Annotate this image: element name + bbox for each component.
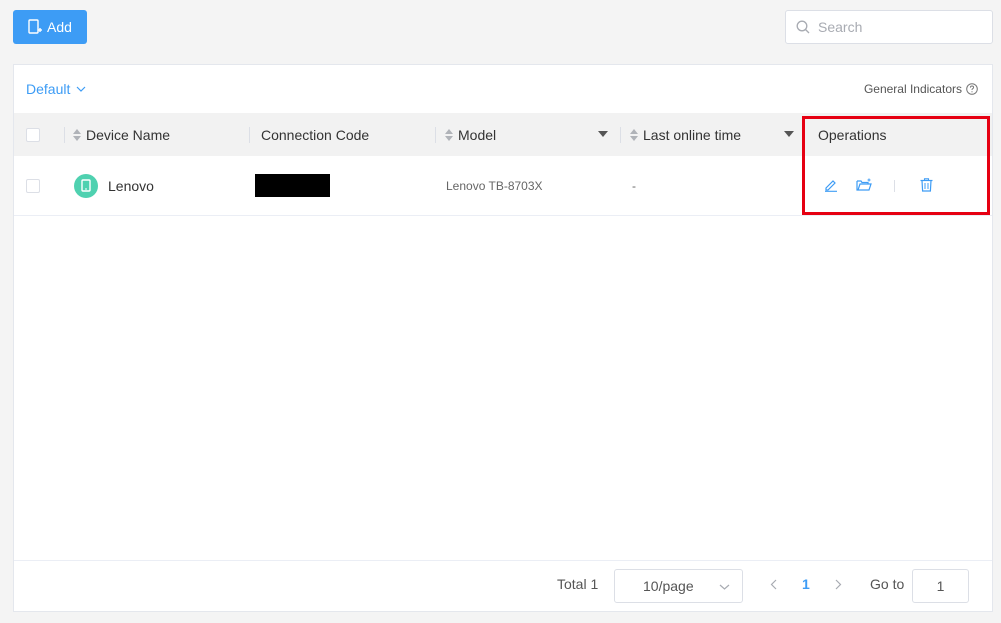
column-operations: Operations bbox=[818, 113, 988, 156]
last-online-cell: - bbox=[632, 156, 636, 215]
filter-dropdown-icon[interactable] bbox=[784, 131, 794, 137]
edit-icon[interactable] bbox=[824, 178, 838, 192]
prev-page-icon[interactable] bbox=[770, 579, 777, 590]
sort-icon bbox=[445, 128, 453, 141]
device-panel: Default General Indicators Device Name C… bbox=[13, 64, 993, 612]
pagination-bar: Total 1 10/page 1 Go to bbox=[14, 560, 992, 612]
table-row[interactable]: Lenovo Lenovo TB-8703X - bbox=[14, 156, 992, 216]
folder-move-icon[interactable] bbox=[856, 178, 872, 192]
next-page-icon[interactable] bbox=[835, 579, 842, 590]
operations-cell bbox=[818, 156, 988, 215]
operations-divider bbox=[894, 180, 895, 192]
help-circle-icon bbox=[966, 83, 978, 95]
view-selector[interactable]: Default bbox=[26, 81, 86, 97]
goto-page-input[interactable] bbox=[912, 569, 969, 603]
model-cell: Lenovo TB-8703X bbox=[446, 156, 543, 215]
general-indicators-label: General Indicators bbox=[863, 82, 962, 96]
select-all-checkbox[interactable] bbox=[26, 127, 40, 142]
redacted-connection-code bbox=[255, 174, 330, 197]
goto-label: Go to bbox=[870, 576, 905, 592]
chevron-down-icon bbox=[719, 584, 730, 590]
last-online-value: - bbox=[632, 178, 636, 193]
row-checkbox[interactable] bbox=[26, 178, 40, 193]
search-input[interactable] bbox=[818, 19, 978, 35]
page-number-current[interactable]: 1 bbox=[802, 576, 810, 592]
device-name: Lenovo bbox=[108, 177, 154, 194]
connection-code-cell bbox=[255, 156, 330, 215]
column-label: Model bbox=[458, 126, 497, 143]
filter-dropdown-icon[interactable] bbox=[598, 131, 608, 137]
column-model[interactable]: Model bbox=[435, 113, 620, 156]
device-name-cell: Lenovo bbox=[74, 156, 154, 215]
column-device-name[interactable]: Device Name bbox=[64, 113, 249, 156]
search-box[interactable] bbox=[785, 10, 993, 44]
total-count: Total 1 bbox=[557, 576, 599, 592]
column-divider bbox=[435, 127, 436, 143]
add-button-label: Add bbox=[47, 19, 72, 35]
general-indicators-link[interactable]: General Indicators bbox=[864, 82, 978, 96]
column-connection-code: Connection Code bbox=[249, 113, 435, 156]
chevron-down-icon bbox=[76, 86, 86, 92]
page-size-value: 10/page bbox=[643, 578, 694, 594]
search-icon bbox=[796, 20, 810, 34]
panel-header: Default General Indicators bbox=[14, 65, 992, 113]
column-label: Device Name bbox=[86, 126, 171, 143]
column-label: Last online time bbox=[643, 126, 742, 143]
sort-icon bbox=[73, 128, 81, 141]
column-last-online[interactable]: Last online time bbox=[620, 113, 800, 156]
page-size-select[interactable]: 10/page bbox=[614, 569, 743, 603]
column-label: Connection Code bbox=[261, 126, 370, 143]
column-divider bbox=[64, 127, 65, 143]
trash-icon[interactable] bbox=[920, 178, 933, 192]
add-button[interactable]: Add bbox=[13, 10, 87, 44]
column-label: Operations bbox=[818, 126, 887, 143]
column-divider bbox=[620, 127, 621, 143]
model-value: Lenovo TB-8703X bbox=[446, 178, 543, 193]
tablet-icon bbox=[74, 173, 98, 198]
sort-icon bbox=[630, 128, 638, 141]
column-divider bbox=[249, 127, 250, 143]
table-header: Device Name Connection Code Model Last o… bbox=[14, 113, 992, 156]
view-selector-label: Default bbox=[26, 81, 71, 97]
add-device-icon bbox=[28, 19, 43, 34]
